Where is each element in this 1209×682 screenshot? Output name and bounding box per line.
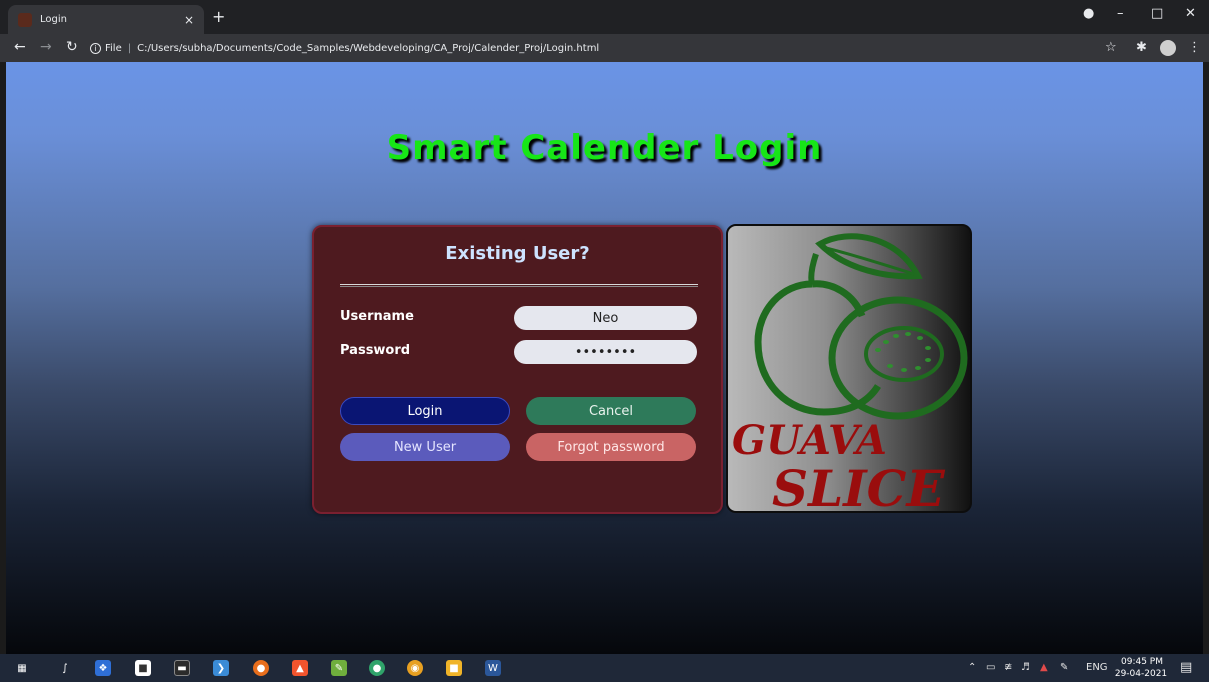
volume-icon[interactable]: ♬ xyxy=(1021,662,1030,673)
close-window-icon[interactable]: ✕ xyxy=(1185,6,1196,21)
username-input[interactable] xyxy=(514,306,697,330)
browser-tab-bar: Login × + ● – □ ✕ xyxy=(0,0,1209,34)
profile-menu-icon[interactable]: ● xyxy=(1083,6,1094,21)
store-icon[interactable]: ■ xyxy=(135,660,151,676)
app-tray-icon[interactable]: ▲ xyxy=(1040,662,1048,673)
page-title: Smart Calender Login xyxy=(386,128,823,168)
login-card: Existing User? Username Password Login C… xyxy=(312,225,723,514)
screen: Login × + ● – □ ✕ ← → ↻ i File | C:/User… xyxy=(0,0,1209,682)
edge-icon[interactable]: ● xyxy=(369,660,385,676)
card-heading: Existing User? xyxy=(445,243,590,264)
guava-slice-logo: GUAVA SLICE xyxy=(726,224,972,513)
page-viewport: Smart Calender Login Existing User? User… xyxy=(6,62,1203,654)
guava-illustration: GUAVA SLICE xyxy=(732,233,968,513)
file-explorer-icon[interactable]: ■ xyxy=(446,660,462,676)
notifications-icon[interactable]: ▤ xyxy=(1180,660,1192,675)
address-bar[interactable]: i File | C:/Users/subha/Documents/Code_S… xyxy=(90,37,1120,59)
back-icon[interactable]: ← xyxy=(14,39,26,55)
cancel-button[interactable]: Cancel xyxy=(526,397,696,425)
word-icon[interactable]: W xyxy=(485,660,501,676)
info-icon[interactable]: i xyxy=(90,42,101,54)
clock-date[interactable]: 29-04-2021 xyxy=(1114,669,1168,679)
card-divider xyxy=(340,284,698,287)
pen-icon[interactable]: ✎ xyxy=(1060,662,1068,673)
chrome-icon[interactable]: ◉ xyxy=(407,660,423,676)
login-button[interactable]: Login xyxy=(340,397,510,425)
browser-tab[interactable]: Login × xyxy=(8,5,204,34)
favicon-icon xyxy=(18,12,32,27)
firefox-icon[interactable]: ● xyxy=(253,660,269,676)
reload-icon[interactable]: ↻ xyxy=(66,39,78,55)
notepad-icon[interactable]: ✎ xyxy=(331,660,347,676)
bookmark-star-icon[interactable]: ☆ xyxy=(1105,40,1117,55)
clock-time[interactable]: 09:45 PM xyxy=(1117,657,1167,667)
brave-icon[interactable]: ▲ xyxy=(292,660,308,676)
minimize-icon[interactable]: – xyxy=(1117,6,1124,21)
new-user-button[interactable]: New User xyxy=(340,433,510,461)
maximize-icon[interactable]: □ xyxy=(1151,6,1163,21)
password-input[interactable] xyxy=(514,340,697,364)
tab-title: Login xyxy=(40,14,67,25)
address-prefix: File xyxy=(105,42,122,54)
vscode-icon[interactable]: ❯ xyxy=(213,660,229,676)
battery-icon[interactable]: ▭ xyxy=(986,662,995,673)
windows-taskbar: ▦ ∫ ❖ ■ ▬ ❯ ● ▲ ✎ ● ◉ ■ W ⌃ ▭ ≇ ♬ ▲ ✎ EN… xyxy=(0,654,1209,682)
extensions-icon[interactable]: ✱ xyxy=(1136,40,1147,55)
browser-menu-icon[interactable]: ⋮ xyxy=(1188,40,1201,55)
terminal-icon[interactable]: ▬ xyxy=(174,660,190,676)
forgot-password-button[interactable]: Forgot password xyxy=(526,433,696,461)
windows-start-icon[interactable]: ▦ xyxy=(14,660,30,676)
profile-avatar[interactable] xyxy=(1160,40,1176,60)
browser-toolbar: ← → ↻ i File | C:/Users/subha/Documents/… xyxy=(0,34,1209,62)
dropbox-icon[interactable]: ❖ xyxy=(95,660,111,676)
language-indicator[interactable]: ENG xyxy=(1086,662,1108,673)
tray-chevron-icon[interactable]: ⌃ xyxy=(968,662,976,673)
logo-text-slice: SLICE xyxy=(772,459,945,513)
new-tab-button[interactable]: + xyxy=(212,7,225,26)
address-url: C:/Users/subha/Documents/Code_Samples/We… xyxy=(137,42,600,54)
wifi-icon[interactable]: ≇ xyxy=(1004,662,1012,673)
search-icon[interactable]: ∫ xyxy=(57,660,73,676)
forward-icon[interactable]: → xyxy=(40,39,52,55)
address-separator: | xyxy=(127,42,132,54)
tab-close-icon[interactable]: × xyxy=(184,13,194,27)
logo-text-guava: GUAVA xyxy=(732,417,887,464)
username-label: Username xyxy=(340,309,414,324)
password-label: Password xyxy=(340,343,411,358)
